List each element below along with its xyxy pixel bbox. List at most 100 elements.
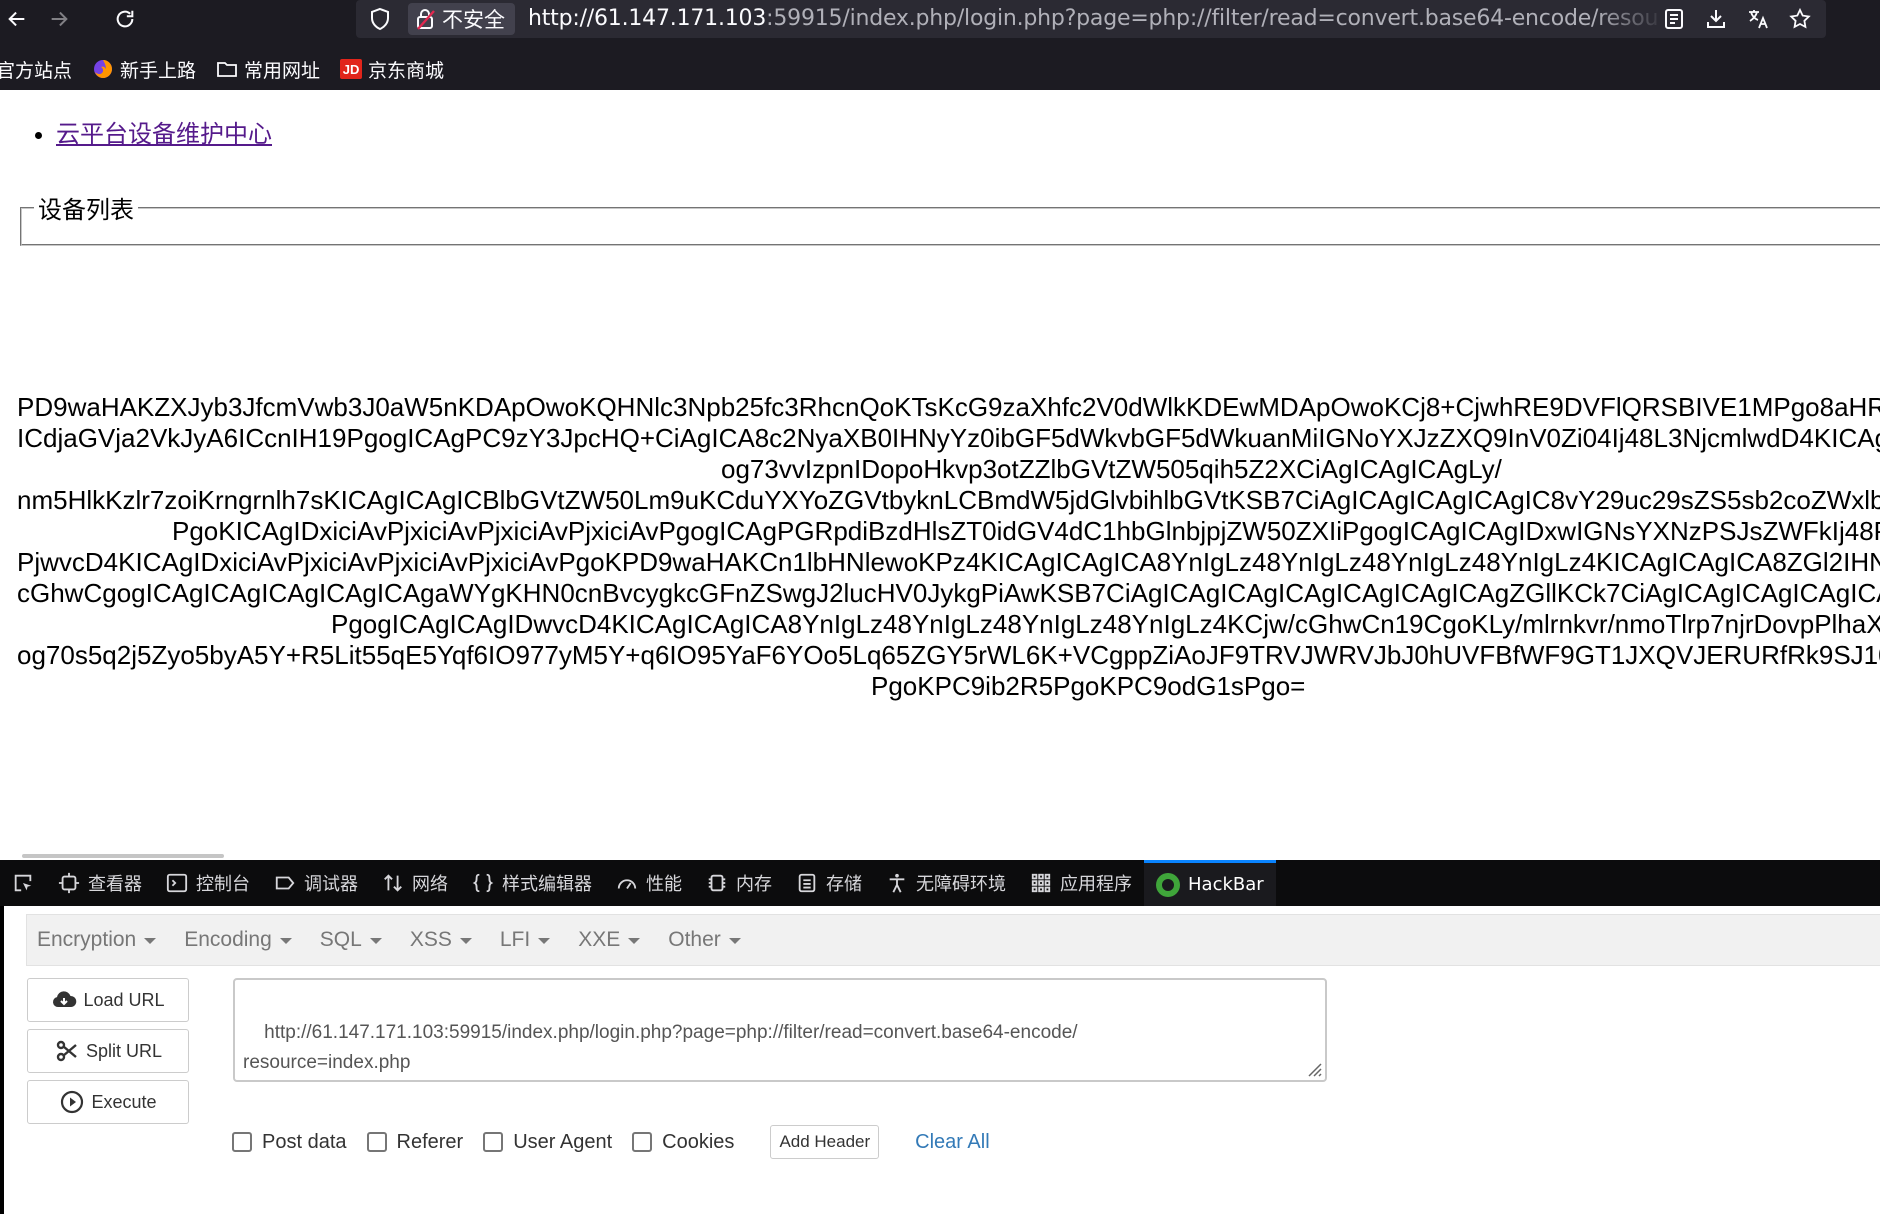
caret-down-icon [279,938,292,944]
devtools-tabbar: 查看器 控制台 调试器 网络 样式编辑器 性能 内存 存储 无障碍环境 应用程序… [0,860,1880,906]
device-list-legend: 设备列表 [38,196,134,224]
url-bar-actions [1660,0,1826,38]
post-data-option[interactable]: Post data [232,1131,347,1154]
debugger-icon [275,876,295,890]
device-list-fieldset: 设备列表 [20,190,1880,246]
caret-down-icon [728,938,741,944]
bookmarks-toolbar: 火狐官方站点 新手上路 常用网址 JD 京东商城 [0,52,464,86]
navigation-toolbar: 不安全 http://61.147.171.103:59915/index.ph… [0,0,1880,38]
tracking-protection-icon[interactable] [368,7,392,31]
insecure-lock-icon [417,9,435,30]
referer-checkbox[interactable] [366,1132,387,1152]
bookmark-item-getting-started[interactable]: 新手上路 [92,56,196,83]
tab-memory[interactable]: 内存 [694,860,784,906]
network-icon [384,874,402,892]
tab-console[interactable]: 控制台 [154,860,262,906]
scissors-icon [56,1040,77,1062]
memory-icon [708,874,726,892]
url-host: http://61.147.171.103 [528,6,767,31]
menu-other[interactable]: Other [668,928,741,952]
user-agent-checkbox[interactable] [483,1132,504,1152]
hackbar-menu: Encryption Encoding SQL XSS LFI XXE Othe… [26,914,1880,966]
bookmark-star-icon[interactable] [1786,5,1814,33]
storage-icon [798,873,816,893]
save-page-icon[interactable] [1702,5,1730,33]
tab-network[interactable]: 网络 [370,860,460,906]
url-bar[interactable]: 不安全 http://61.147.171.103:59915/index.ph… [356,0,1826,38]
clear-all-link[interactable]: Clear All [915,1131,989,1154]
translate-icon[interactable] [1744,5,1772,33]
base64-output: PD9waHAKZXJyb3JfcmVwb3J0aW5nKDApOwoKQHNl… [17,392,1880,702]
application-icon [1031,873,1051,893]
add-header-button[interactable]: Add Header [770,1125,880,1159]
bookmark-item-firefox-site[interactable]: 火狐官方站点 [0,56,72,83]
base64-line: og73vvIzpnIDopoHkvp3otZZlbGVtZW505qih5Z2… [721,454,1502,484]
post-data-checkbox[interactable] [232,1132,252,1152]
hackbar-icon [1156,872,1180,897]
bookmark-item-jd[interactable]: JD 京东商城 [340,56,444,83]
url-text[interactable]: http://61.147.171.103:59915/index.php/lo… [528,5,1658,33]
accessibility-icon [889,873,905,893]
tab-style-editor[interactable]: 样式编辑器 [460,860,604,906]
security-label: 不安全 [442,8,505,32]
base64-line: PjwvcD4KICAgIDxiciAvPjxiciAvPjxiciAvPjxi… [17,547,1880,577]
arrow-right-icon [51,11,68,27]
base64-line: PgoKPC9ib2R5PgoKPC9odG1sPgo= [871,671,1306,701]
tab-inspector[interactable]: 查看器 [46,860,154,906]
base64-line: PgogICAgICAgIDwvcD4KICAgICAgICA8YnIgLz48… [331,609,1880,639]
hackbar-options: Post data Referer User Agent Cookies Add… [232,1122,990,1162]
caret-down-icon [538,938,551,944]
user-agent-option[interactable]: User Agent [483,1131,612,1154]
forward-button[interactable] [42,2,76,36]
horizontal-scrollbar[interactable] [22,854,224,858]
console-icon [166,873,188,893]
reload-icon [116,10,134,28]
menu-encoding[interactable]: Encoding [184,928,292,952]
load-url-button[interactable]: Load URL [27,978,189,1022]
url-textarea-value: http://61.147.171.103:59915/index.php/lo… [243,1022,1078,1073]
menu-xss[interactable]: XSS [410,928,472,952]
back-button[interactable] [0,2,34,36]
caret-down-icon [369,938,382,944]
tab-accessibility[interactable]: 无障碍环境 [874,860,1018,906]
base64-line: PD9waHAKZXJyb3JfcmVwb3J0aW5nKDApOwoKQHNl… [17,392,1880,422]
base64-line: PgoKICAgIDxiciAvPjxiciAvPjxiciAvPjxiciAv… [172,516,1880,546]
reader-view-icon[interactable] [1660,5,1688,33]
menu-encryption[interactable]: Encryption [37,928,157,952]
nav-link-cloud-platform[interactable]: 云平台设备维护中心 [56,120,272,148]
referer-option[interactable]: Referer [366,1131,463,1154]
reload-button[interactable] [108,2,142,36]
cookies-option[interactable]: Cookies [632,1131,734,1154]
tab-pick-element[interactable] [0,860,46,906]
hackbar-panel: Encryption Encoding SQL XSS LFI XXE Othe… [0,906,1880,1214]
base64-line: nm5HlkKzlr7zoiKrngrnlh7sKICAgICAgICBlbGV… [17,485,1880,515]
menu-xxe[interactable]: XXE [578,928,641,952]
connection-not-secure-badge[interactable]: 不安全 [408,3,515,35]
tab-debugger[interactable]: 调试器 [262,860,370,906]
inspector-icon [58,872,80,894]
menu-lfi[interactable]: LFI [500,928,551,952]
pick-element-icon [14,874,32,892]
tab-application[interactable]: 应用程序 [1018,860,1144,906]
tab-performance[interactable]: 性能 [604,860,694,906]
bookmark-item-common-sites[interactable]: 常用网址 [216,56,320,83]
base64-line: og70s5q2j5Zyo5byA5Y+R5Lit55qE5Yqf6IO977y… [17,640,1880,670]
base64-line: ICdjaGVja2VkJyA6ICcnIH19PgogICAgPC9zY3Jp… [17,423,1880,453]
resize-grip-icon[interactable] [1304,1059,1322,1077]
tab-hackbar[interactable]: HackBar [1144,860,1276,906]
tab-storage[interactable]: 存储 [784,860,874,906]
caret-down-icon [144,938,157,944]
url-textarea[interactable]: http://61.147.171.103:59915/index.php/lo… [233,978,1327,1082]
nav-list: 云平台设备维护中心 [56,114,272,149]
menu-sql[interactable]: SQL [320,928,382,952]
split-url-button[interactable]: Split URL [27,1029,189,1073]
play-circle-icon [61,1090,84,1114]
nav-list-item: 云平台设备维护中心 [56,114,272,149]
cookies-checkbox[interactable] [632,1132,653,1152]
execute-button[interactable]: Execute [27,1080,189,1124]
jd-icon: JD [340,59,363,79]
page-content: 云平台设备维护中心 设备列表 PD9waHAKZXJyb3JfcmVwb3J0a… [4,90,1880,860]
firefox-icon [92,58,114,80]
caret-down-icon [459,938,472,944]
browser-chrome: 不安全 http://61.147.171.103:59915/index.ph… [0,0,1880,90]
